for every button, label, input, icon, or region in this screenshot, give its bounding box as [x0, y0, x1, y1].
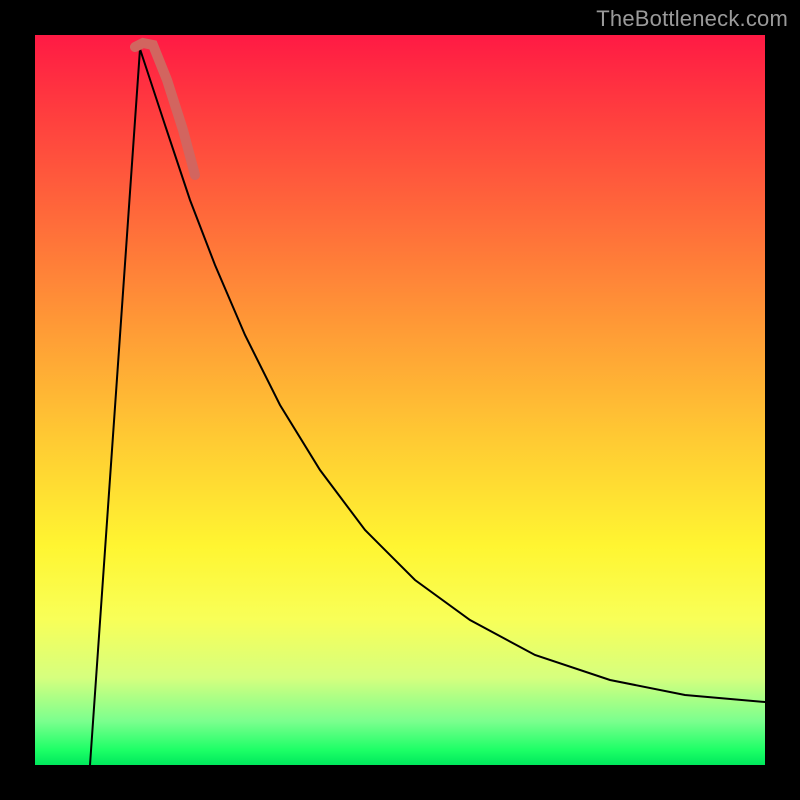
curve-layer — [35, 35, 765, 765]
watermark-text: TheBottleneck.com — [596, 6, 788, 32]
chart-frame: TheBottleneck.com — [0, 0, 800, 800]
v-left-line — [90, 49, 140, 765]
v-right-curve-line — [140, 49, 765, 702]
gradient-plot-area — [35, 35, 765, 765]
